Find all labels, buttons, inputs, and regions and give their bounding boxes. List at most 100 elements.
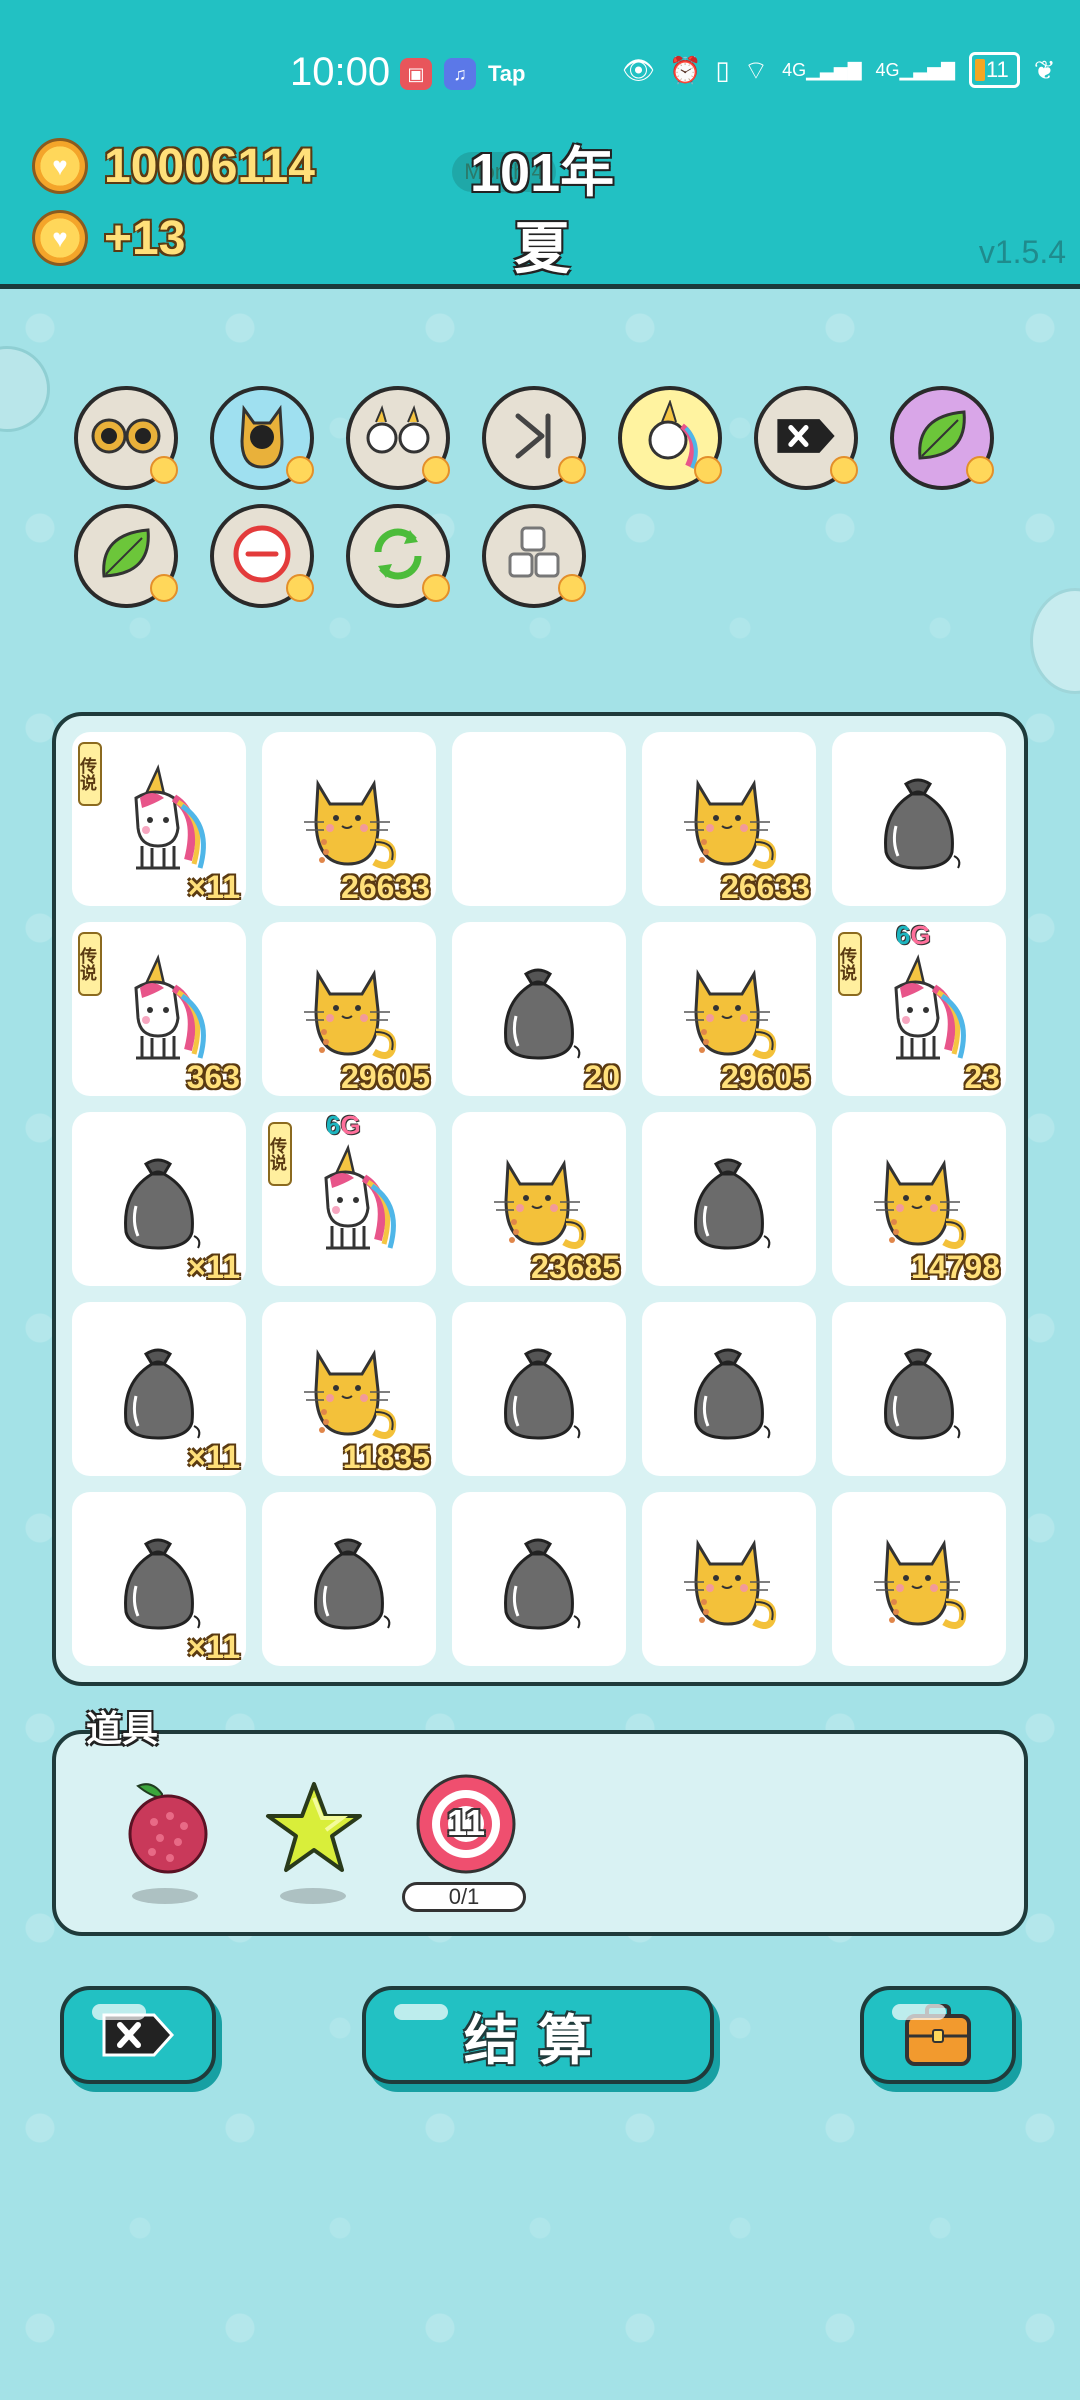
leaf-icon [96, 524, 156, 589]
skill-unicorn[interactable] [618, 386, 722, 490]
skill-cat-transform[interactable] [210, 386, 314, 490]
bag-icon [482, 954, 596, 1068]
coin-icon: ♥ [32, 138, 88, 194]
cell-value: ×11 [187, 1629, 240, 1665]
board-cell[interactable] [832, 1302, 1006, 1476]
board-cell[interactable]: ×11 [72, 1492, 246, 1666]
board-cell[interactable] [832, 1492, 1006, 1666]
music-icon: ♫ [444, 58, 476, 90]
cell-value: ×11 [187, 1439, 240, 1475]
board-cell[interactable] [452, 1492, 626, 1666]
board-cell[interactable] [642, 1302, 816, 1476]
cell-value: 23 [964, 1059, 1000, 1095]
heart-coin-badge [422, 456, 450, 484]
board-cell[interactable]: 14798 [832, 1112, 1006, 1286]
bag-icon [482, 1524, 596, 1638]
unicorn-icon [102, 764, 216, 878]
item-shadow [132, 1888, 198, 1904]
cell-value: 11835 [342, 1439, 430, 1475]
bag-button[interactable] [860, 1986, 1016, 2084]
wifi-icon: ⌔ [743, 54, 769, 85]
cat-icon [862, 1144, 976, 1258]
cat-icon [672, 1524, 786, 1638]
settle-button[interactable]: 结算 [362, 1986, 714, 2084]
skill-blocks[interactable] [482, 504, 586, 608]
settle-label: 结算 [464, 2010, 612, 2071]
heart-coin-badge [966, 456, 994, 484]
target-item[interactable]: 11 [414, 1772, 518, 1876]
button-gloss [394, 2004, 448, 2020]
cell-value: 363 [186, 1059, 240, 1095]
board-cell[interactable]: 传说 ×11 [72, 732, 246, 906]
lychee-icon [128, 1783, 208, 1874]
board-cell[interactable]: 传说 6G 23 [832, 920, 1006, 1096]
board-cell[interactable]: 传说 6G [262, 1110, 436, 1286]
coins-row: ♥ 10006114 [32, 138, 315, 194]
board-cell[interactable]: 29605 [642, 922, 816, 1096]
board-cell[interactable] [452, 1302, 626, 1476]
lychee-item[interactable] [116, 1776, 220, 1880]
cell-value: ×11 [187, 869, 240, 905]
heart-coin-badge [150, 456, 178, 484]
cell-value: 29605 [721, 1059, 810, 1095]
heart-coin-badge [422, 574, 450, 602]
season-label: 夏 [514, 217, 570, 280]
board-cell[interactable]: 23685 [452, 1112, 626, 1286]
board-cell[interactable]: 20 [452, 922, 626, 1096]
coin-total: 10006114 [104, 139, 315, 193]
skill-leaf-purple[interactable] [890, 386, 994, 490]
board-cell[interactable] [642, 1112, 816, 1286]
board-cell[interactable]: 11835 [262, 1302, 436, 1476]
board-cell[interactable] [452, 732, 626, 906]
heart-coin-badge [150, 574, 178, 602]
heart-coin-badge [286, 574, 314, 602]
skill-leaf[interactable] [74, 504, 178, 608]
board-cell[interactable] [642, 1492, 816, 1666]
cat-icon [292, 1334, 406, 1448]
skill-skip[interactable] [482, 386, 586, 490]
board-cell[interactable]: 传说 363 [72, 922, 246, 1096]
board-cell[interactable]: ×11 [72, 1112, 246, 1286]
board-cell[interactable] [262, 1492, 436, 1666]
cell-value: 20 [584, 1059, 620, 1095]
cell-value: 14798 [911, 1249, 1000, 1285]
unicorn-icon [638, 398, 702, 477]
board-cell[interactable]: 26633 [262, 732, 436, 906]
bag-icon [672, 1144, 786, 1258]
refresh-icon [366, 522, 430, 591]
board-cell[interactable] [832, 732, 1006, 906]
cat-icon [292, 954, 406, 1068]
board-cell[interactable]: 29605 [262, 922, 436, 1096]
skill-delete[interactable] [754, 386, 858, 490]
signal-2-icon: 4G▁▃▅▇ [875, 59, 955, 80]
bag-icon [292, 1524, 406, 1638]
cat-icon [482, 1144, 596, 1258]
leaf-status-icon: ❦ [1033, 54, 1056, 85]
cell-value: ×11 [187, 1249, 240, 1285]
cat-icon [292, 764, 406, 878]
book-icon: ▣ [400, 58, 432, 90]
bag-icon [102, 1144, 216, 1258]
board-cell[interactable]: 26633 [642, 732, 816, 906]
heart-coin-badge [694, 456, 722, 484]
star-item[interactable] [262, 1776, 366, 1880]
skill-remove[interactable] [210, 504, 314, 608]
skip-icon [506, 408, 562, 469]
item-shadow [280, 1888, 346, 1904]
skill-twin-unicorns[interactable] [346, 386, 450, 490]
vibrate-icon: ▯ [715, 54, 730, 85]
skill-refresh[interactable] [346, 504, 450, 608]
cat-icon [232, 401, 292, 476]
legend-tag: 传说 [77, 932, 102, 996]
star-icon [266, 1782, 362, 1872]
cats-icon [91, 406, 161, 471]
cell-value: 29605 [341, 1059, 430, 1095]
skill-twin-cats[interactable] [74, 386, 178, 490]
heart-coin-badge [558, 456, 586, 484]
income-row: ♥ +13 [32, 210, 185, 266]
delete-button[interactable] [60, 1986, 216, 2084]
board-cell[interactable]: ×11 [72, 1302, 246, 1476]
bag-icon [102, 1524, 216, 1638]
bag-icon [862, 764, 976, 878]
eye-icon: 👁 [622, 54, 656, 85]
